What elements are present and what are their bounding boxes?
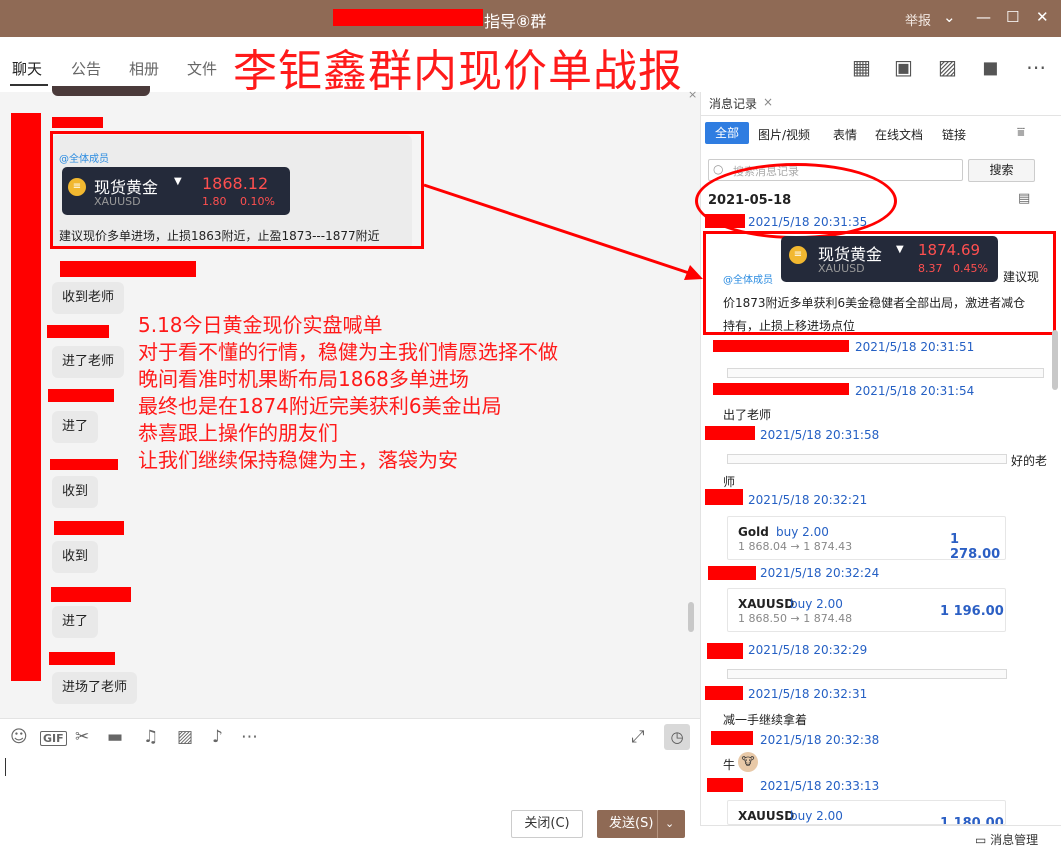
annotation-arrow [423, 183, 703, 280]
arrow-line [423, 183, 696, 277]
